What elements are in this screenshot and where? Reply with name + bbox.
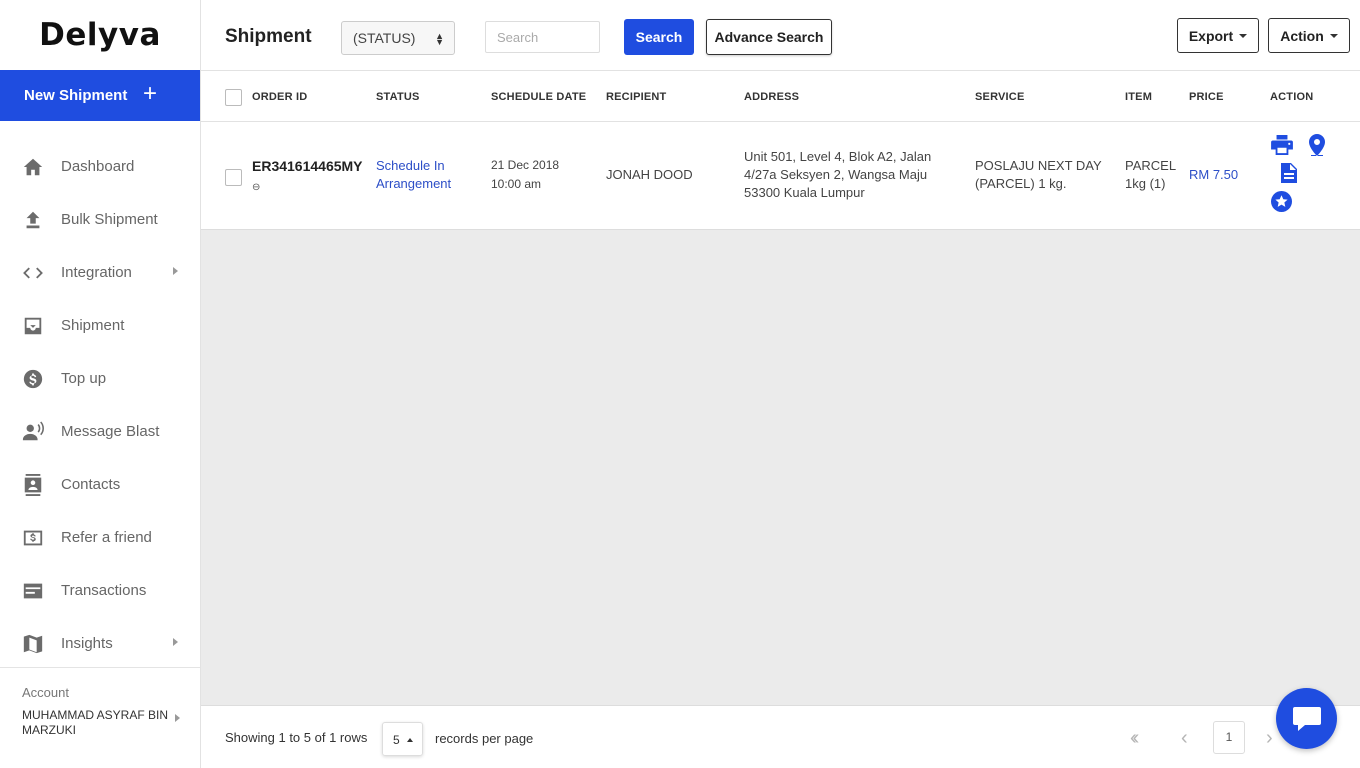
column-header-price[interactable]: PRICE xyxy=(1189,91,1224,103)
column-header-action: ACTION xyxy=(1270,91,1314,103)
sidebar-item-label: Contacts xyxy=(61,476,121,493)
sidebar-item-label: Bulk Shipment xyxy=(61,211,158,228)
sidebar-item-shipment[interactable]: Shipment xyxy=(0,299,200,352)
page-header: Shipment (STATUS) ▲▼ Search Advance Sear… xyxy=(201,0,1360,71)
link-icon[interactable]: ⊖ xyxy=(252,182,260,193)
first-page-icon[interactable]: ‹‹ xyxy=(1130,728,1140,748)
sidebar-item-integration[interactable]: Integration xyxy=(0,246,200,299)
account-menu[interactable]: Account MUHAMMAD ASYRAF BIN MARZUKI xyxy=(0,667,200,768)
sidebar-nav: Dashboard Bulk Shipment Integration Ship… xyxy=(0,140,200,670)
status-select[interactable]: (STATUS) ▲ ▼ xyxy=(341,21,455,55)
document-icon[interactable] xyxy=(1281,163,1297,183)
map-icon xyxy=(23,634,43,653)
column-header-schedule-date[interactable]: SCHEDULE DATE xyxy=(491,91,586,103)
chevron-right-icon xyxy=(173,638,178,646)
location-icon[interactable] xyxy=(1309,134,1325,156)
select-all-checkbox[interactable] xyxy=(225,89,242,106)
pagination-info: Showing 1 to 5 of 1 rows xyxy=(225,730,368,745)
star-icon[interactable] xyxy=(1271,191,1292,212)
table-header: ORDER ID STATUS SCHEDULE DATE RECIPIENT … xyxy=(201,71,1360,122)
previous-page-icon[interactable]: ‹ xyxy=(1181,728,1188,748)
sidebar-item-top-up[interactable]: Top up xyxy=(0,352,200,405)
account-label: Account xyxy=(22,685,69,700)
next-page-icon[interactable]: › xyxy=(1266,728,1273,748)
search-button[interactable]: Search xyxy=(624,19,694,55)
brand-logo[interactable]: Delyva xyxy=(0,0,200,70)
print-icon[interactable] xyxy=(1271,135,1293,155)
dollar-icon xyxy=(23,369,43,388)
schedule-date: 21 Dec 2018 xyxy=(491,158,560,172)
page-number-button[interactable]: 1 xyxy=(1213,721,1245,754)
code-icon xyxy=(23,267,43,278)
service: POSLAJU NEXT DAY (PARCEL) 1 kg. xyxy=(975,158,1102,191)
caret-up-icon xyxy=(407,738,413,742)
page-size-value: 5 xyxy=(393,733,400,747)
new-shipment-button[interactable]: New Shipment + xyxy=(0,70,200,121)
recipient: JONAH DOOD xyxy=(606,167,693,182)
search-input[interactable] xyxy=(485,21,600,53)
schedule-time: 10:00 am xyxy=(491,177,542,191)
sidebar-item-label: Message Blast xyxy=(61,423,160,440)
column-header-address[interactable]: ADDRESS xyxy=(744,91,799,103)
column-header-recipient[interactable]: RECIPIENT xyxy=(606,91,666,103)
records-per-page-label: records per page xyxy=(435,731,534,746)
column-header-service[interactable]: SERVICE xyxy=(975,91,1025,103)
sidebar-item-label: Transactions xyxy=(61,582,147,599)
item: PARCEL 1kg (1) xyxy=(1125,158,1176,191)
column-header-order-id[interactable]: ORDER ID xyxy=(252,91,307,103)
chevron-right-icon xyxy=(175,714,180,722)
status-select-value: (STATUS) xyxy=(353,30,416,46)
sidebar-item-label: Integration xyxy=(61,264,132,281)
home-icon xyxy=(23,158,43,175)
account-name: MUHAMMAD ASYRAF BIN MARZUKI xyxy=(22,708,169,737)
order-id[interactable]: ER341614465MY xyxy=(252,157,363,175)
new-shipment-label: New Shipment xyxy=(24,87,128,104)
sidebar-item-label: Refer a friend xyxy=(61,529,152,546)
export-dropdown-button[interactable]: Export xyxy=(1177,18,1259,53)
plus-icon: + xyxy=(143,80,158,107)
upload-icon xyxy=(26,211,40,228)
advance-search-button[interactable]: Advance Search xyxy=(706,19,832,55)
sidebar-item-contacts[interactable]: Contacts xyxy=(0,458,200,511)
column-header-item[interactable]: ITEM xyxy=(1125,91,1152,103)
sidebar-item-message-blast[interactable]: Message Blast xyxy=(0,405,200,458)
page-size-dropdown[interactable]: 5 xyxy=(382,722,423,756)
sidebar-item-label: Shipment xyxy=(61,317,125,334)
action-label: Action xyxy=(1280,27,1324,44)
chat-bubble-icon xyxy=(1292,706,1321,731)
sidebar-item-dashboard[interactable]: Dashboard xyxy=(0,140,200,193)
sidebar-item-transactions[interactable]: Transactions xyxy=(0,564,200,617)
sidebar-item-insights[interactable]: Insights xyxy=(0,617,200,670)
table-row[interactable]: ER341614465MY ⊖ Schedule In Arrangement … xyxy=(201,122,1360,230)
cash-icon xyxy=(23,530,43,545)
status-link[interactable]: Schedule In Arrangement xyxy=(376,157,476,193)
sidebar-item-label: Insights xyxy=(61,635,113,652)
contacts-icon xyxy=(24,473,42,496)
sidebar: Delyva New Shipment + Dashboard Bulk Shi… xyxy=(0,0,201,768)
table-footer: Showing 1 to 5 of 1 rows 5 records per p… xyxy=(201,705,1360,768)
row-checkbox[interactable] xyxy=(225,169,242,186)
caret-down-icon xyxy=(1239,33,1248,38)
chevron-right-icon xyxy=(173,267,178,275)
column-header-status[interactable]: STATUS xyxy=(376,91,420,103)
logo-text: Delyva xyxy=(39,17,161,53)
inbox-icon xyxy=(24,317,42,334)
caret-down-icon xyxy=(1329,33,1338,38)
page-title: Shipment xyxy=(225,26,312,47)
sidebar-item-label: Dashboard xyxy=(61,158,135,175)
sidebar-item-refer-a-friend[interactable]: Refer a friend xyxy=(0,511,200,564)
export-label: Export xyxy=(1188,27,1234,44)
price: RM 7.50 xyxy=(1189,167,1239,182)
sidebar-item-label: Top up xyxy=(61,370,107,387)
speaker-icon xyxy=(22,420,44,440)
card-icon xyxy=(23,583,43,598)
sidebar-item-bulk-shipment[interactable]: Bulk Shipment xyxy=(0,193,200,246)
address: Unit 501, Level 4, Blok A2, Jalan 4/27a … xyxy=(744,149,932,200)
sort-updown-icon: ▲ ▼ xyxy=(435,31,444,47)
action-dropdown-button[interactable]: Action xyxy=(1268,18,1350,53)
chat-button[interactable] xyxy=(1276,688,1337,749)
shipment-table: ORDER ID STATUS SCHEDULE DATE RECIPIENT … xyxy=(201,71,1360,230)
